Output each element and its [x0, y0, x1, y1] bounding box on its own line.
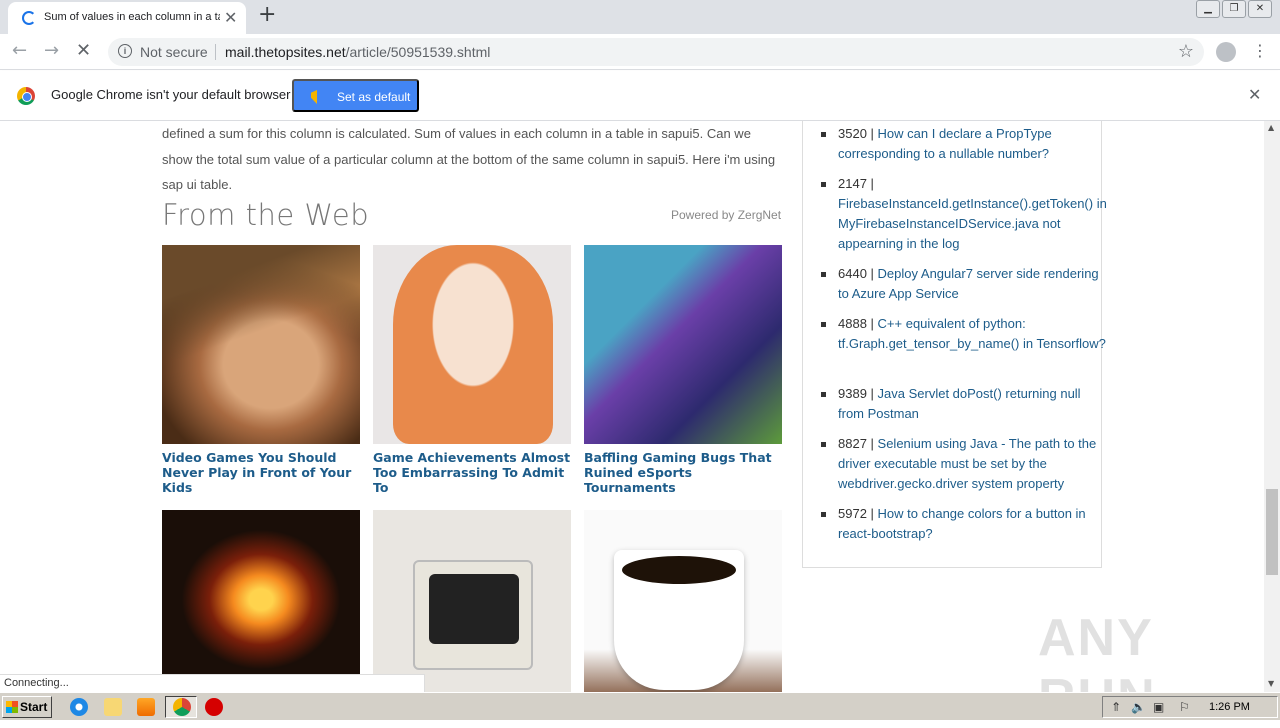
folder-icon[interactable]: [104, 698, 122, 716]
restore-icon[interactable]: ❐: [1222, 0, 1246, 18]
list-bullet: [821, 322, 826, 327]
promo-thumbnail[interactable]: [162, 510, 360, 692]
info-icon[interactable]: i: [118, 44, 132, 58]
red-circle-app-icon[interactable]: [205, 698, 223, 716]
back-icon[interactable]: ←: [12, 40, 27, 61]
tray-expand-icon[interactable]: ⇑: [1111, 700, 1121, 714]
promo-thumbnail[interactable]: [584, 245, 782, 444]
tab-strip: Sum of values in each column in a ta ✕ +…: [0, 0, 1280, 34]
close-window-icon[interactable]: ✕: [1248, 0, 1272, 18]
list-item-text: 6440 | Deploy Angular7 server side rende…: [838, 264, 1110, 304]
view-count: 8827 |: [838, 436, 878, 451]
loading-spinner-icon: [22, 11, 36, 25]
question-link[interactable]: FirebaseInstanceId.getInstance().getToke…: [838, 196, 1107, 251]
tab-title: Sum of values in each column in a ta: [44, 11, 220, 23]
promo-thumbnail[interactable]: [373, 510, 571, 692]
status-bubble: Connecting...: [0, 674, 425, 692]
volume-icon[interactable]: 🔈: [1131, 700, 1146, 714]
window-controls: ▁ ❐ ✕: [1196, 0, 1272, 18]
view-count: 2147 |: [838, 176, 874, 191]
list-item-text: 2147 | FirebaseInstanceId.getInstance().…: [838, 174, 1110, 254]
default-browser-infobar: Google Chrome isn't your default browser…: [0, 71, 1280, 121]
list-item-text: 5972 | How to change colors for a button…: [838, 504, 1110, 544]
promo-card[interactable]: [162, 510, 360, 692]
list-item-text: 3520 | How can I declare a PropType corr…: [838, 124, 1110, 164]
list-bullet: [821, 512, 826, 517]
question-link[interactable]: Deploy Angular7 server side rendering to…: [838, 266, 1099, 301]
tab-active[interactable]: Sum of values in each column in a ta ✕: [8, 2, 246, 34]
minimize-icon[interactable]: ▁: [1196, 0, 1220, 18]
flag-icon[interactable]: ⚐: [1179, 700, 1190, 714]
promo-thumbnail[interactable]: [584, 510, 782, 692]
network-icon[interactable]: ▣: [1153, 700, 1164, 714]
view-count: 6440 |: [838, 266, 878, 281]
set-as-default-label: Set as default: [337, 90, 411, 104]
infobar-message: Google Chrome isn't your default browser: [51, 87, 291, 102]
menu-dots-icon[interactable]: ⋮: [1252, 41, 1268, 60]
internet-explorer-icon[interactable]: [70, 698, 88, 716]
promo-card[interactable]: Game Achievements Almost Too Embarrassin…: [373, 245, 571, 495]
list-bullet: [821, 182, 826, 187]
media-player-icon[interactable]: [137, 698, 155, 716]
promo-card[interactable]: Video Games You Should Never Play in Fro…: [162, 245, 360, 495]
promo-title[interactable]: Game Achievements Almost Too Embarrassin…: [373, 450, 571, 495]
promo-title[interactable]: Video Games You Should Never Play in Fro…: [162, 450, 360, 495]
scrollbar-thumb[interactable]: [1266, 489, 1278, 575]
windows-logo-icon: [6, 701, 18, 713]
address-bar[interactable]: i Not secure mail.thetopsites.net/articl…: [108, 38, 1204, 66]
profile-avatar-icon[interactable]: [1216, 42, 1236, 62]
start-button[interactable]: Start: [2, 696, 52, 718]
related-questions-sidebar: 3520 | How can I declare a PropType corr…: [802, 121, 1107, 568]
promo-card[interactable]: [584, 510, 782, 692]
view-count: 9389 |: [838, 386, 878, 401]
taskbar-chrome-button[interactable]: [165, 696, 197, 718]
infobar-close-icon[interactable]: ✕: [1248, 85, 1261, 104]
view-count: 3520 |: [838, 126, 878, 141]
browser-toolbar: ← → ✕ i Not secure mail.thetopsites.net/…: [0, 34, 1280, 70]
taskbar: Start ⇑ 🔈 ▣ ⚐ 1:26 PM: [0, 692, 1280, 720]
tab-close-icon[interactable]: ✕: [224, 8, 237, 27]
list-bullet: [821, 272, 826, 277]
url-text[interactable]: mail.thetopsites.net/article/50951539.sh…: [225, 44, 490, 60]
scroll-up-icon[interactable]: ▲: [1268, 123, 1274, 132]
shield-icon: [311, 90, 323, 104]
promo-card[interactable]: Baffling Gaming Bugs That Ruined eSports…: [584, 245, 782, 495]
chrome-icon: [173, 698, 191, 716]
chrome-logo-icon: [17, 87, 35, 105]
stop-icon[interactable]: ✕: [76, 40, 91, 61]
start-label: Start: [20, 700, 48, 714]
promo-thumbnail[interactable]: [373, 245, 571, 444]
promo-title[interactable]: Baffling Gaming Bugs That Ruined eSports…: [584, 450, 782, 495]
powered-by-link[interactable]: Powered by ZergNet: [671, 208, 781, 222]
clock[interactable]: 1:26 PM: [1209, 701, 1250, 713]
page-scrollbar[interactable]: ▲ ▼: [1264, 121, 1280, 692]
article-paragraph: defined a sum for this column is calcula…: [162, 126, 776, 192]
promo-card[interactable]: [373, 510, 571, 692]
promo-thumbnail[interactable]: [162, 245, 360, 444]
list-item-text: 8827 | Selenium using Java - The path to…: [838, 434, 1110, 494]
page-content: defined a sum for this column is calcula…: [0, 121, 1264, 692]
address-divider: [215, 44, 216, 60]
system-tray: ⇑ 🔈 ▣ ⚐ 1:26 PM: [1102, 696, 1278, 718]
new-tab-icon[interactable]: +: [258, 2, 276, 27]
list-bullet: [821, 132, 826, 137]
set-as-default-button[interactable]: Set as default: [292, 79, 419, 112]
from-the-web-heading: From the Web: [162, 198, 370, 232]
list-bullet: [821, 392, 826, 397]
view-count: 5972 |: [838, 506, 878, 521]
forward-icon[interactable]: →: [44, 40, 59, 61]
question-link[interactable]: C++ equivalent of python: tf.Graph.get_t…: [838, 316, 1106, 351]
question-link[interactable]: Selenium using Java - The path to the dr…: [838, 436, 1096, 491]
url-host: mail.thetopsites.net: [225, 44, 346, 60]
url-path: /article/50951539.shtml: [345, 44, 491, 60]
view-count: 4888 |: [838, 316, 878, 331]
bookmark-star-icon[interactable]: ☆: [1178, 41, 1194, 62]
list-item-text: 4888 | C++ equivalent of python: tf.Grap…: [838, 314, 1110, 354]
security-label[interactable]: Not secure: [140, 44, 208, 60]
list-bullet: [821, 442, 826, 447]
list-item-text: 9389 | Java Servlet doPost() returning n…: [838, 384, 1110, 424]
